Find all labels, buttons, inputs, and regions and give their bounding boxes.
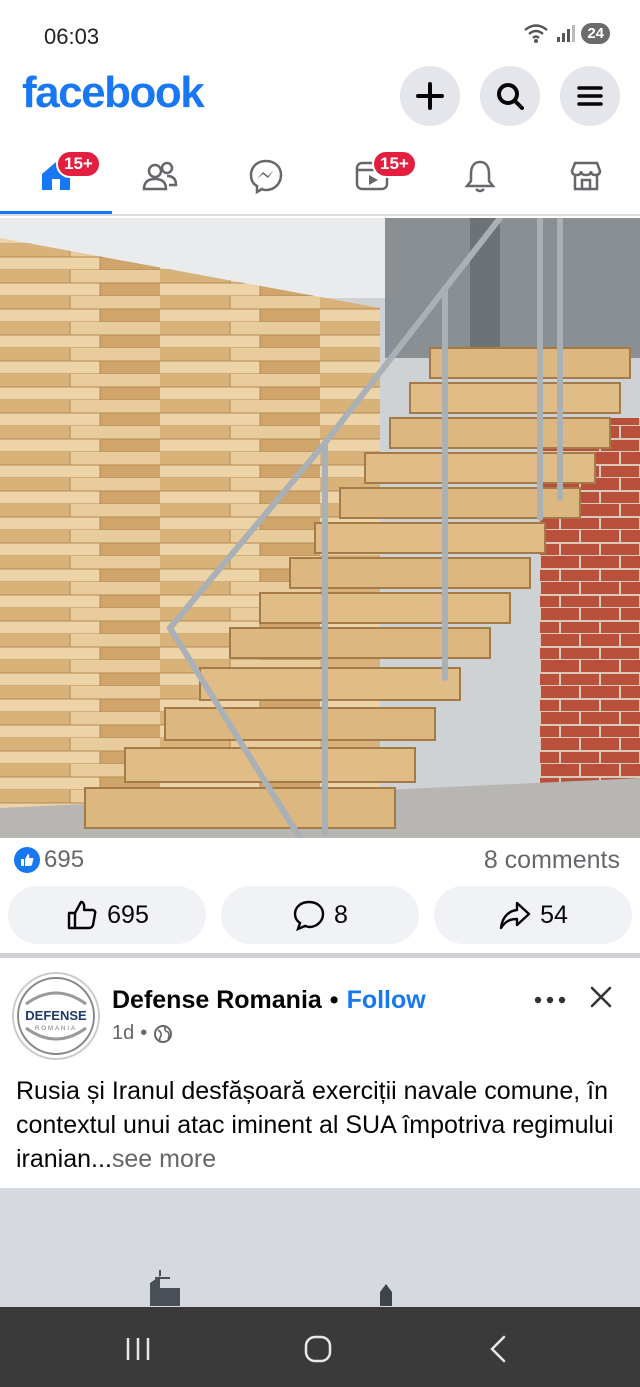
search-icon <box>497 83 524 110</box>
like-reaction-icon <box>14 847 40 873</box>
hide-post-button[interactable] <box>588 984 614 1015</box>
like-count-text: 695 <box>44 846 85 873</box>
status-icons: 24 <box>523 22 610 44</box>
meta-dot: • <box>140 1022 148 1044</box>
status-bar: 06:03 24 <box>0 0 640 60</box>
back-button[interactable] <box>468 1329 528 1369</box>
system-navigation-bar <box>0 1307 640 1387</box>
recents-icon <box>126 1338 150 1360</box>
defense-romania-logo: DEFENSE ROMANIA <box>17 977 95 1055</box>
tab-messenger[interactable] <box>236 148 296 204</box>
comment-button[interactable]: 8 <box>221 886 419 944</box>
battery-indicator: 24 <box>581 22 610 44</box>
more-dots-icon <box>534 996 566 1004</box>
post-actions: 695 8 54 <box>0 886 640 946</box>
search-button[interactable] <box>480 66 540 126</box>
menu-button[interactable] <box>560 66 620 126</box>
share-button-count: 54 <box>540 900 568 929</box>
post-photo-preview[interactable] <box>0 1188 640 1308</box>
tab-separator <box>0 214 640 216</box>
avatar[interactable]: DEFENSE ROMANIA <box>12 972 100 1060</box>
home-circle-icon <box>304 1335 332 1363</box>
post-text: Rusia și Iranul desfășoară exerciții nav… <box>16 1074 626 1176</box>
reactions-summary: 695 8 comments <box>0 838 640 884</box>
create-button[interactable] <box>400 66 460 126</box>
thumbs-up-icon <box>67 900 97 930</box>
messenger-icon <box>249 159 283 195</box>
tab-home[interactable]: 15+ <box>26 148 101 204</box>
follow-button[interactable]: Follow <box>347 986 426 1015</box>
author-name[interactable]: Defense Romania <box>112 986 322 1015</box>
post-body: Rusia și Iranul desfășoară exerciții nav… <box>16 1077 614 1173</box>
post-meta: 1d • <box>112 1022 173 1045</box>
svg-text:ROMANIA: ROMANIA <box>35 1026 77 1032</box>
like-button[interactable]: 695 <box>8 886 206 944</box>
post-time[interactable]: 1d <box>112 1022 134 1045</box>
close-icon <box>590 986 612 1008</box>
facebook-logo[interactable]: facebook <box>22 68 205 118</box>
plus-icon <box>416 82 444 110</box>
share-icon <box>499 901 531 930</box>
comment-button-count: 8 <box>334 900 348 929</box>
signal-icon <box>557 25 576 42</box>
post-header: DEFENSE ROMANIA Defense Romania • Follow… <box>0 966 640 1062</box>
wifi-icon <box>524 24 549 43</box>
post-photo[interactable] <box>0 218 640 838</box>
comments-count[interactable]: 8 comments <box>484 846 620 875</box>
globe-icon <box>154 1024 173 1043</box>
like-count[interactable]: 695 <box>14 846 84 874</box>
tab-video[interactable]: 15+ <box>342 148 417 204</box>
tab-friends[interactable] <box>130 148 190 204</box>
feed-divider <box>0 953 640 958</box>
navigation-tabs: 15+ 15+ <box>0 138 640 214</box>
bell-icon <box>464 160 496 193</box>
tab-notifications[interactable] <box>450 148 510 204</box>
menu-icon <box>577 86 603 106</box>
svg-text:DEFENSE: DEFENSE <box>25 1008 87 1023</box>
see-more-link[interactable]: see more <box>112 1145 216 1173</box>
status-time: 06:03 <box>44 24 100 49</box>
marketplace-icon <box>570 161 602 191</box>
back-chevron-icon <box>490 1335 506 1363</box>
like-button-count: 695 <box>107 900 149 929</box>
home-button[interactable] <box>288 1329 348 1369</box>
more-options-button[interactable] <box>532 984 568 1018</box>
friends-icon <box>142 161 178 191</box>
comment-icon <box>293 900 325 932</box>
share-button[interactable]: 54 <box>434 886 632 944</box>
author-line: Defense Romania • Follow <box>112 986 426 1015</box>
tab-marketplace[interactable] <box>556 148 616 204</box>
app-header: facebook <box>0 60 640 130</box>
naval-ships-photo <box>0 1188 640 1308</box>
separator-dot: • <box>329 986 339 1014</box>
thumbs-up-icon <box>21 854 34 866</box>
video-badge: 15+ <box>372 150 417 178</box>
pallet-staircase-photo <box>0 218 640 838</box>
recent-apps-button[interactable] <box>108 1329 168 1369</box>
home-badge: 15+ <box>56 150 101 178</box>
